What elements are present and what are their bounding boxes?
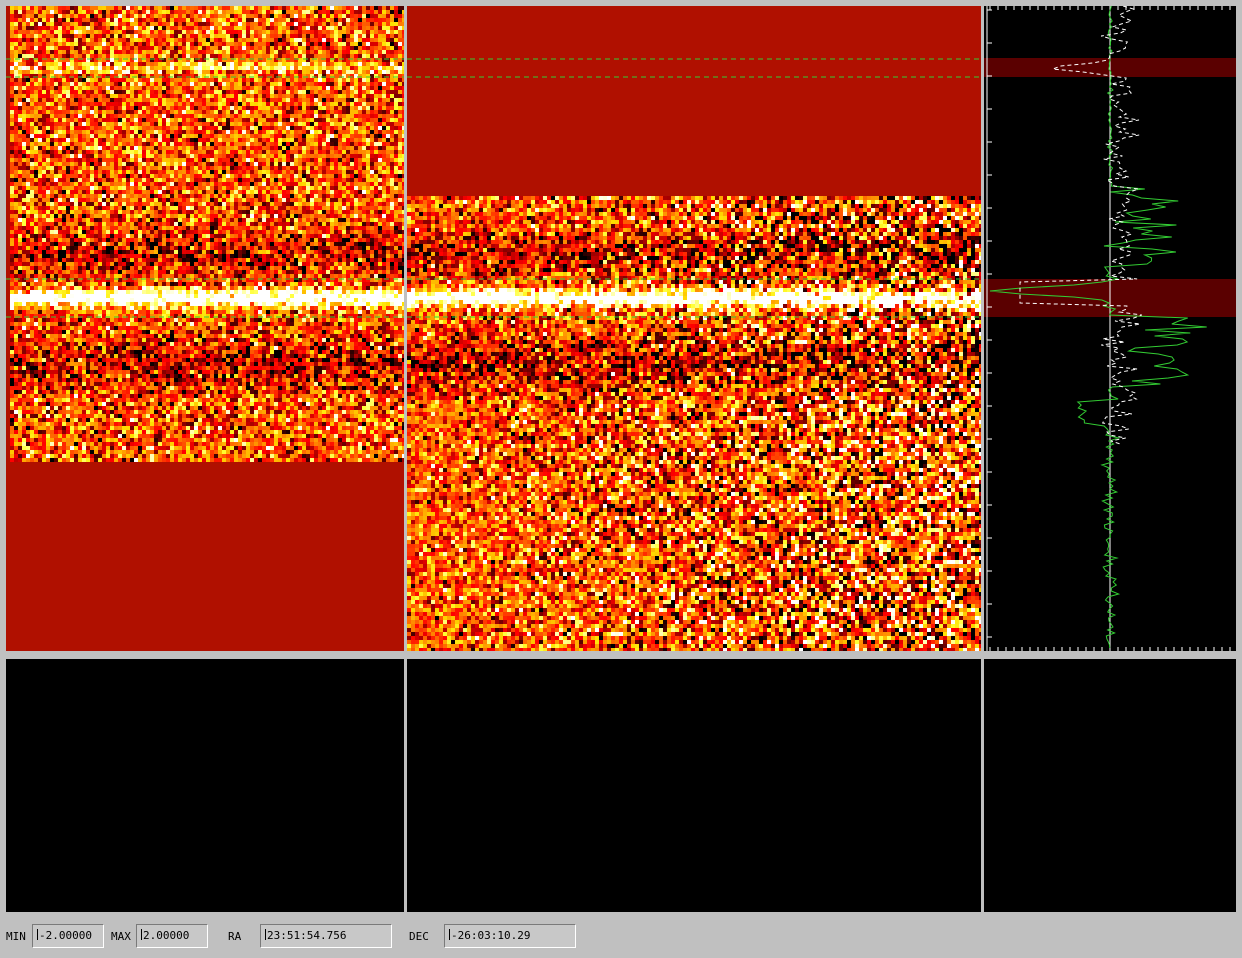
profile-trace-solid [989,6,1207,649]
ra-input[interactable]: 23:51:54.756 [260,924,392,948]
left-image-panel[interactable] [6,6,404,651]
bottom-middle-empty-panel [407,659,981,912]
dec-label: DEC [409,930,429,943]
bottom-right-empty-panel [984,659,1236,912]
max-label: MAX [111,930,131,943]
spatial-profile-panel[interactable] [984,6,1236,651]
middle-marker-overlay [407,58,981,318]
min-input[interactable]: -2.00000 [32,924,104,948]
max-input[interactable]: 2.00000 [136,924,208,948]
left-marker-overlay [6,58,404,318]
ra-label: RA [228,930,242,943]
bottom-left-empty-panel [6,659,404,912]
dec-input[interactable]: -26:03:10.29 [444,924,576,948]
min-label: MIN [6,930,26,943]
middle-image-panel[interactable] [407,6,981,651]
spatial-profile-plot [984,6,1236,651]
